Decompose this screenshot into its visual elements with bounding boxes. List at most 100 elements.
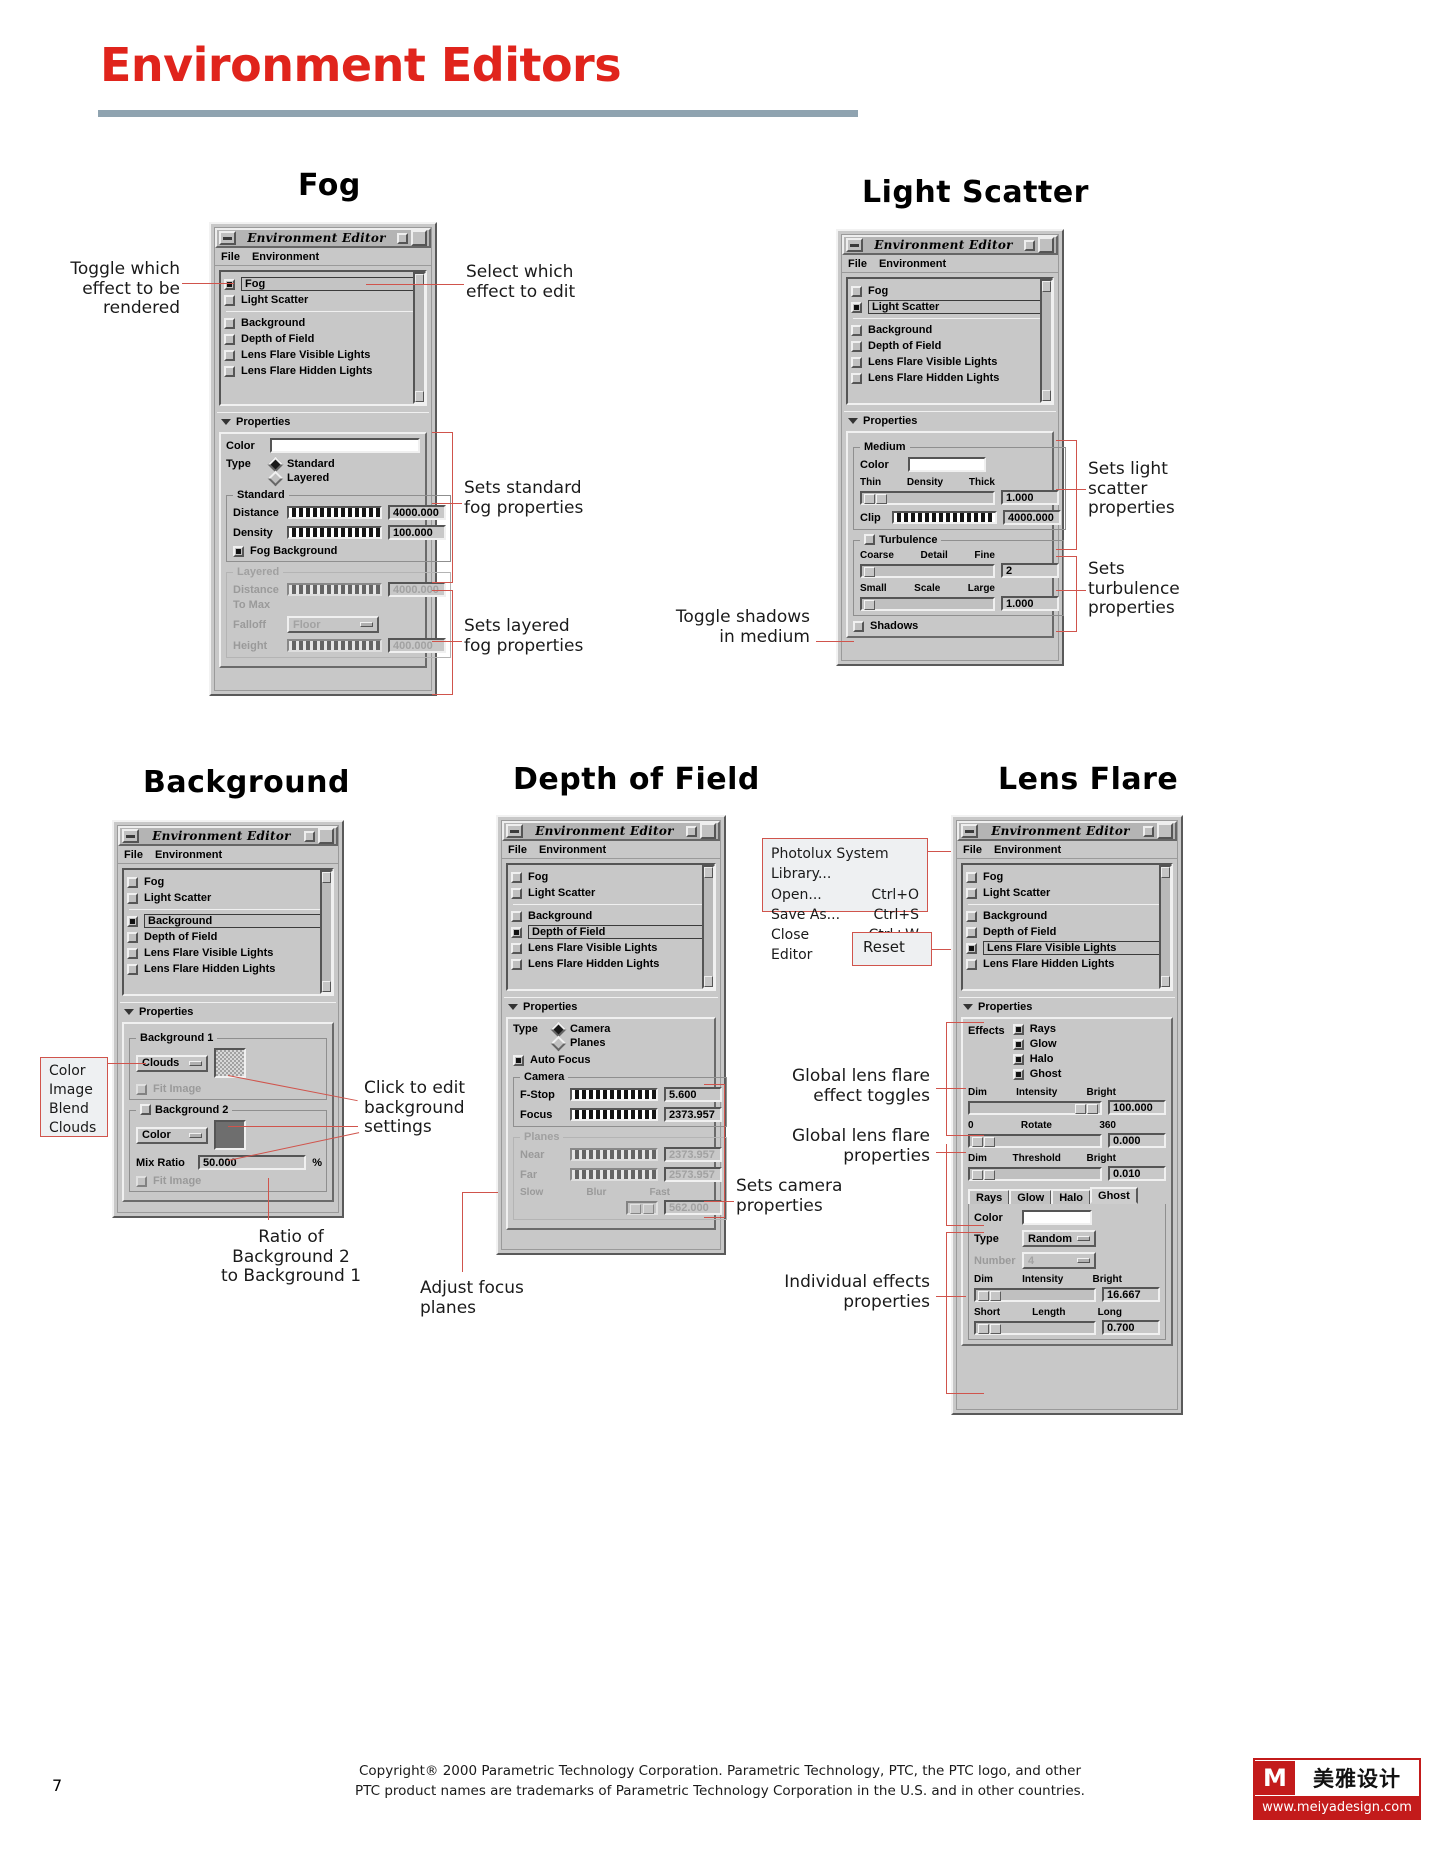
effect-glow-row[interactable]: Glow (1012, 1038, 1166, 1050)
list-item-light-scatter[interactable]: Light Scatter (966, 885, 1169, 901)
detail-thumb[interactable] (864, 566, 875, 577)
maximize-icon[interactable] (700, 823, 716, 839)
checkbox-light-scatter[interactable] (224, 294, 235, 306)
checkbox-depth-of-field[interactable] (127, 931, 138, 943)
restore-icon[interactable] (1143, 825, 1154, 837)
density-field[interactable]: 1.000 (1001, 490, 1059, 505)
scale-thumb[interactable] (864, 599, 875, 610)
maximize-icon[interactable] (1157, 823, 1173, 839)
restore-icon[interactable] (304, 830, 315, 842)
clip-field[interactable]: 4000.000 (1003, 510, 1061, 525)
checkbox-halo[interactable] (1012, 1053, 1024, 1065)
scroll-down-arrow[interactable] (322, 981, 331, 992)
detail-field[interactable]: 2 (1001, 563, 1059, 578)
threshold-thumb-secondary[interactable] (984, 1169, 995, 1180)
near-slider[interactable] (570, 1148, 658, 1161)
scroll-up-arrow[interactable] (704, 867, 713, 878)
properties-header[interactable]: Properties (844, 411, 1056, 429)
intensity-track[interactable] (968, 1100, 1102, 1115)
list-item-fog[interactable]: Fog (966, 869, 1169, 885)
near-field[interactable]: 2373.957 (664, 1147, 722, 1162)
detail-track[interactable] (860, 563, 995, 578)
list-item-fog[interactable]: Fog (851, 283, 1050, 299)
menu-file[interactable]: File (124, 849, 143, 861)
fog-layered-distance-slider[interactable] (287, 583, 382, 596)
blur-thumb[interactable] (630, 1203, 641, 1214)
checkbox-lens-flare-hidden[interactable] (224, 365, 235, 377)
effect-ghost-row[interactable]: Ghost (1012, 1068, 1166, 1080)
list-item-depth-of-field[interactable]: Depth of Field (224, 331, 423, 347)
list-item-background[interactable]: Background (511, 908, 712, 924)
fog-density-slider[interactable] (287, 526, 382, 539)
effect-halo-row[interactable]: Halo (1012, 1053, 1166, 1065)
checkbox-lens-flare-hidden[interactable] (511, 958, 522, 970)
tab-length-field[interactable]: 0.700 (1102, 1320, 1160, 1335)
checkbox-background[interactable] (127, 915, 138, 927)
fog-falloff-option-menu[interactable]: Floor (287, 616, 379, 633)
restore-icon[interactable] (686, 825, 697, 837)
checkbox-lens-flare-visible[interactable] (511, 942, 522, 954)
scroll-up-arrow[interactable] (322, 872, 331, 883)
checkbox-depth-of-field[interactable] (966, 926, 977, 938)
menu-file[interactable]: File (963, 844, 982, 856)
list-item-depth-of-field[interactable]: Depth of Field (966, 924, 1169, 940)
properties-header[interactable]: Properties (217, 412, 429, 430)
threshold-thumb[interactable] (972, 1169, 983, 1180)
list-scrollbar[interactable] (320, 870, 333, 994)
checkbox-depth-of-field[interactable] (511, 926, 522, 938)
list-scrollbar[interactable] (1159, 865, 1172, 989)
menu-file[interactable]: File (848, 258, 867, 270)
list-item-depth-of-field[interactable]: Depth of Field (851, 338, 1050, 354)
focus-slider[interactable] (570, 1108, 658, 1121)
checkbox-light-scatter[interactable] (511, 887, 522, 899)
list-item-lens-flare-hidden[interactable]: Lens Flare Hidden Lights (127, 961, 330, 977)
restore-icon[interactable] (1024, 239, 1035, 251)
checkbox-background2[interactable] (140, 1104, 151, 1115)
intensity-field[interactable]: 100.000 (1108, 1100, 1166, 1115)
dof-type-option-camera[interactable]: Camera (570, 1023, 610, 1035)
minimize-icon[interactable] (122, 829, 139, 843)
far-slider[interactable] (570, 1168, 658, 1181)
checkbox-lens-flare-hidden[interactable] (966, 958, 977, 970)
tab-intensity-thumb-secondary[interactable] (990, 1290, 1001, 1301)
checkbox-fog[interactable] (127, 876, 138, 888)
tab-glow[interactable]: Glow (1009, 1189, 1053, 1204)
list-item-background[interactable]: Background (224, 315, 423, 331)
checkbox-fit-image-1[interactable] (136, 1083, 147, 1095)
checkbox-glow[interactable] (1012, 1038, 1024, 1050)
list-item-depth-of-field[interactable]: Depth of Field (511, 924, 712, 940)
checkbox-lens-flare-visible[interactable] (224, 349, 235, 361)
menu-item-row[interactable]: Save As... Ctrl+S (771, 905, 919, 925)
checkbox-fog[interactable] (224, 278, 235, 290)
list-item-background[interactable]: Background (127, 913, 330, 929)
list-item-lens-flare-visible[interactable]: Lens Flare Visible Lights (966, 940, 1169, 956)
checkbox-fog[interactable] (851, 285, 862, 297)
list-scrollbar[interactable] (413, 272, 426, 404)
radio-planes[interactable] (550, 1035, 567, 1051)
far-field[interactable]: 2573.957 (664, 1167, 722, 1182)
list-item-background[interactable]: Background (966, 908, 1169, 924)
tab-intensity-track[interactable] (974, 1287, 1096, 1302)
rotate-thumb[interactable] (972, 1136, 983, 1147)
tab-rays[interactable]: Rays (968, 1189, 1011, 1204)
reset-callout[interactable]: Reset (852, 932, 932, 966)
radio-layered[interactable] (267, 470, 284, 486)
radio-standard[interactable] (267, 456, 284, 472)
blur-field[interactable]: 562.000 (664, 1200, 722, 1215)
list-scrollbar[interactable] (702, 865, 715, 989)
checkbox-depth-of-field[interactable] (224, 333, 235, 345)
effect-rays-row[interactable]: Rays (1012, 1023, 1166, 1035)
minimize-icon[interactable] (846, 238, 863, 252)
checkbox-rays[interactable] (1012, 1023, 1024, 1035)
tab-length-track[interactable] (974, 1320, 1096, 1335)
maximize-icon[interactable] (318, 828, 334, 844)
checkbox-auto-focus[interactable] (513, 1054, 524, 1066)
list-item-lens-flare-hidden[interactable]: Lens Flare Hidden Lights (966, 956, 1169, 972)
checkbox-lens-flare-hidden[interactable] (851, 372, 862, 384)
checkbox-light-scatter[interactable] (851, 301, 862, 313)
checkbox-lens-flare-visible[interactable] (966, 942, 977, 954)
properties-header[interactable]: Properties (504, 997, 718, 1015)
list-item-depth-of-field[interactable]: Depth of Field (127, 929, 330, 945)
scroll-down-arrow[interactable] (704, 976, 713, 987)
tab-length-thumb-secondary[interactable] (990, 1323, 1001, 1334)
